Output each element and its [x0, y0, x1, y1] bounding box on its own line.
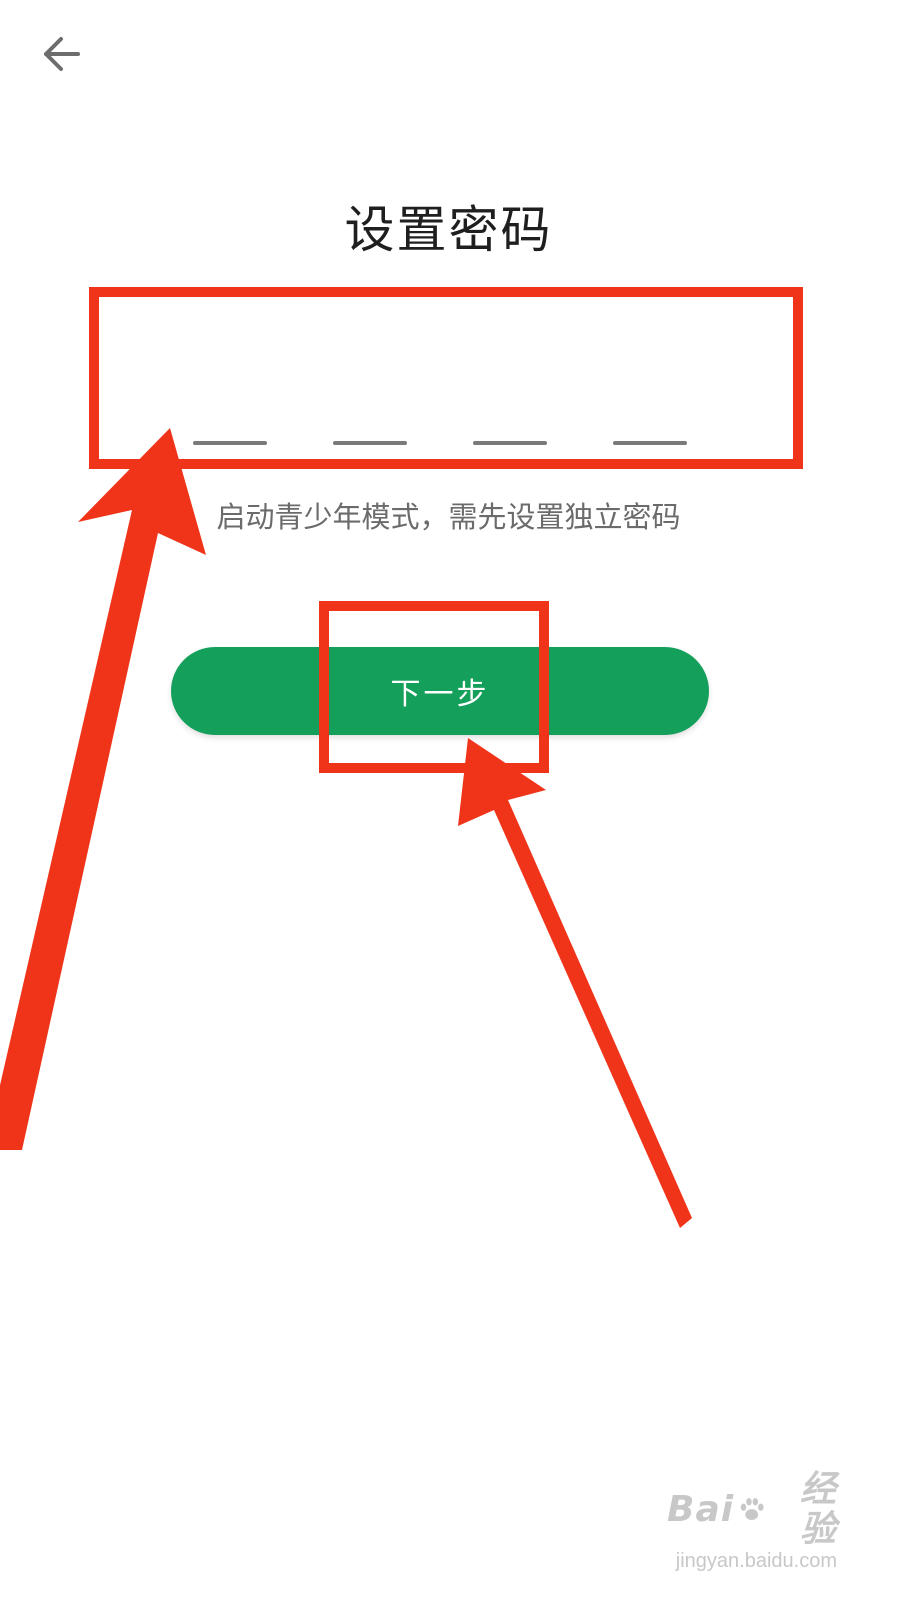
password-input[interactable] [98, 294, 798, 464]
watermark-logo-left: Bai [667, 1488, 735, 1530]
pin-slot-2 [333, 441, 407, 445]
pin-slot-1 [193, 441, 267, 445]
watermark: Bai 经验 jingyan.baidu.com [667, 1470, 837, 1573]
pin-slot-4 [613, 441, 687, 445]
watermark-logo: Bai 经验 [667, 1470, 837, 1549]
arrow-left-icon [44, 37, 80, 71]
page-title: 设置密码 [344, 201, 553, 259]
paw-icon [740, 1497, 764, 1520]
back-button[interactable] [38, 30, 86, 78]
watermark-url: jingyan.baidu.com [675, 1550, 837, 1573]
watermark-logo-right: 经验 [799, 1469, 837, 1550]
annotation-arrow-left [0, 428, 206, 1150]
next-button[interactable]: 下一步 [171, 647, 709, 735]
hint-text: 启动青少年模式，需先设置独立密码 [216, 500, 681, 534]
annotation-arrow-right [458, 738, 692, 1228]
pin-slot-3 [473, 441, 547, 445]
